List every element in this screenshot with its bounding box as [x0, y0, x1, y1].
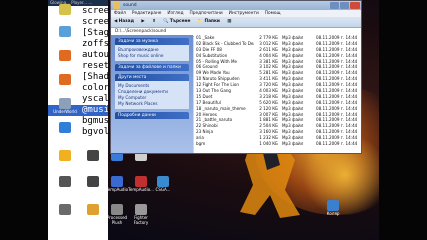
- desktop-icon[interactable]: ID-Shen: [52, 150, 78, 167]
- close-button[interactable]: [350, 2, 360, 9]
- desktop-icon[interactable]: Mozilla Firefox: [52, 50, 78, 71]
- desktop-icon-label: Winamp: [84, 215, 102, 220]
- desktop-icon[interactable]: TempAudio: [104, 176, 130, 193]
- letterbox-left: [0, 0, 48, 240]
- maximize-button[interactable]: [340, 2, 349, 9]
- task-panel-header[interactable]: Задачи за музика: [115, 38, 189, 45]
- desktop-icon[interactable]: UnderWorld: [52, 98, 78, 115]
- menu-item[interactable]: Файл: [114, 11, 126, 16]
- app-icon: [59, 204, 71, 215]
- task-panel-body: My Documents Споделени документи My Comput…: [115, 81, 189, 109]
- app-icon: [59, 98, 71, 109]
- minimize-button[interactable]: [330, 2, 339, 9]
- desktop-icon[interactable]: [52, 26, 78, 38]
- desktop-icon-label: Processed Plush: [106, 215, 128, 225]
- app-icon: [59, 176, 71, 187]
- app-icon: [135, 176, 147, 187]
- back-button[interactable]: ◀ Назад: [114, 19, 134, 24]
- desktop-icon[interactable]: Tekken: [52, 204, 78, 221]
- toolbar: ◀ Назад ▶ ⬆ 🔍 Търсене 📁 Папки ▦: [111, 17, 361, 27]
- app-icon: [59, 122, 71, 133]
- app-icon: [59, 4, 71, 15]
- task-panel: Подробни данни: [115, 112, 189, 119]
- menu-item[interactable]: Помощ: [265, 11, 281, 16]
- task-panel-header[interactable]: Подробни данни: [115, 112, 189, 119]
- folder-icon: [113, 2, 120, 9]
- window-titlebar[interactable]: sound: [111, 1, 361, 10]
- desktop-icon-label: Fighter Factory: [133, 215, 149, 225]
- desktop-icon-label: CSGA...: [155, 187, 171, 192]
- desktop-icon[interactable]: Processed Plush: [104, 204, 130, 225]
- app-icon: [157, 176, 169, 187]
- app-icon: [59, 150, 71, 161]
- search-button[interactable]: 🔍 Търсене: [163, 19, 190, 24]
- menu-bar: Файл Редактиране Изглед Предпочитани Инструм…: [111, 10, 361, 17]
- desktop-icon[interactable]: Коляр: [320, 200, 346, 217]
- task-panel: Задачи за файлове и папки: [115, 64, 189, 71]
- desktop-icon[interactable]: Dreamcast: [80, 176, 106, 193]
- desktop-icon-label: Cheats: [86, 161, 100, 166]
- menu-item[interactable]: Инструменти: [229, 11, 259, 16]
- menu-item[interactable]: Предпочитани: [190, 11, 223, 16]
- task-panel-body: Възпроизвеждане Shop for music online: [115, 45, 189, 61]
- editor-line: zoffse: [82, 39, 108, 49]
- desktop-icon[interactable]: Winamp: [80, 204, 106, 221]
- file-list[interactable]: 01 _Sake 2 779 КБ Mp3 файл 08.11.2009 г. 14…: [194, 35, 361, 153]
- desktop-icon-label: Mozilla Firefox: [58, 85, 72, 95]
- app-icon: [59, 50, 71, 61]
- desktop-icon[interactable]: Cheats: [80, 150, 106, 167]
- menu-item[interactable]: Изглед: [167, 11, 183, 16]
- up-button[interactable]: ⬆: [152, 19, 156, 24]
- task-panel: Задачи за музика Възпроизвеждане Shop for …: [115, 38, 189, 61]
- window-title: sound: [123, 3, 137, 8]
- desktop-icon-label: TempAudio: [105, 187, 129, 192]
- desktop-icon-label: Коляр: [326, 211, 340, 216]
- task-link[interactable]: My Network Places: [118, 101, 186, 107]
- app-icon: [111, 204, 123, 215]
- desktop-icon[interactable]: Internet Explorer: [52, 122, 78, 143]
- desktop-icon[interactable]: CSGA...: [150, 176, 176, 193]
- task-panel: Други места My Documents Споделени докумен…: [115, 74, 189, 109]
- desktop-icon-label: ID-Shen: [57, 161, 73, 166]
- desktop-icon-label: Mozilla Firefox: [58, 61, 72, 71]
- app-icon: [87, 176, 99, 187]
- desktop-icon-label: Ocean: [58, 187, 72, 192]
- menu-item[interactable]: Редактиране: [132, 11, 162, 16]
- explorer-window[interactable]: sound Файл Редактиране Изглед Предпочитани И…: [110, 0, 362, 154]
- desktop-icon[interactable]: Fighter Factory: [128, 204, 154, 225]
- app-icon: [87, 204, 99, 215]
- file-name: bgm: [196, 141, 206, 147]
- desktop-icon[interactable]: Mozilla Firefox: [52, 74, 78, 95]
- desktop-icon-label: UnderWorld: [53, 109, 77, 114]
- desktop-icon-label: Dreamcast: [82, 187, 104, 192]
- letterbox-right: [379, 0, 427, 240]
- desktop-icon-label: Internet Explorer: [56, 133, 74, 143]
- folders-button[interactable]: 📁 Папки: [198, 19, 220, 24]
- app-icon: [327, 200, 339, 211]
- app-icon: [87, 150, 99, 161]
- desktop-icon[interactable]: Ocean: [52, 176, 78, 193]
- file-size: 1 040 КБ: [259, 141, 278, 147]
- task-pane: Задачи за музика Възпроизвеждане Shop for …: [111, 35, 193, 153]
- task-panel-header[interactable]: Други места: [115, 74, 189, 81]
- task-panel-header[interactable]: Задачи за файлове и папки: [115, 64, 189, 71]
- app-icon: [59, 26, 71, 37]
- file-row[interactable]: bgm 1 040 КБ Mp3 файл 08.11.2009 г. 14:44: [194, 141, 361, 147]
- file-type: Mp3 файл: [282, 141, 304, 147]
- views-button[interactable]: ▦: [227, 19, 231, 24]
- app-icon: [135, 204, 147, 215]
- task-link[interactable]: Shop for music online: [118, 53, 186, 59]
- app-icon: [59, 74, 71, 85]
- app-icon: [111, 176, 123, 187]
- desktop-icon-label: Tekken: [58, 215, 72, 220]
- forward-button[interactable]: ▶: [141, 19, 144, 24]
- desktop-icon[interactable]: [52, 4, 78, 16]
- file-date: 08.11.2009 г. 14:44: [316, 141, 358, 147]
